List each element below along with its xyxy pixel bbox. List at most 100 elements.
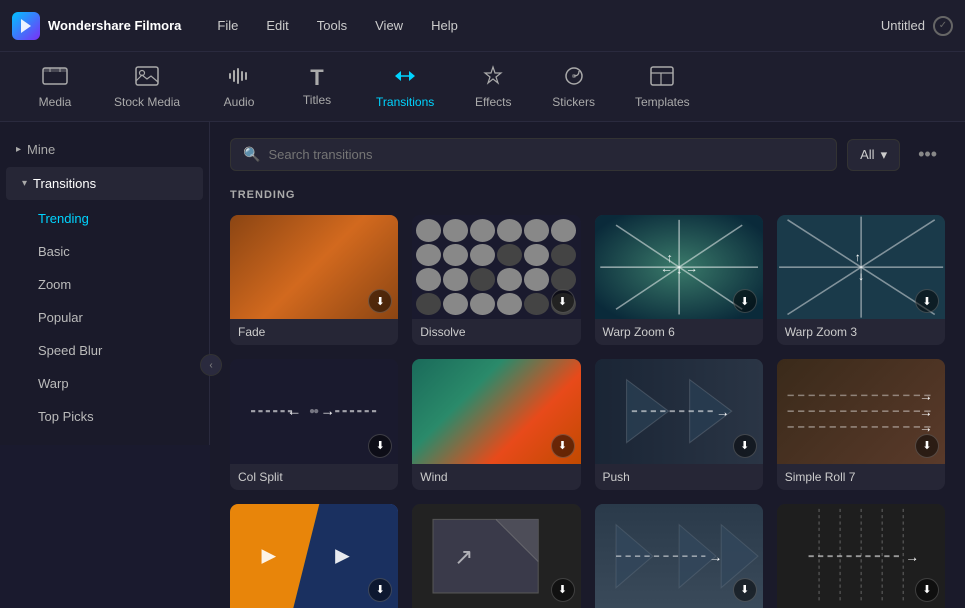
download-push-button[interactable]: ⬇ [733, 434, 757, 458]
transition-item-simple-roll-7[interactable]: → → → ⬇ Simple Roll 7 [777, 359, 945, 489]
download-erase-button[interactable]: ⬇ [915, 578, 939, 602]
sidebar-item-popular-label: Popular [38, 310, 83, 325]
transition-item-linear-14[interactable]: ▶ ▶ ⬇ Linear 14 [230, 504, 398, 608]
sidebar-item-zoom-label: Zoom [38, 277, 71, 292]
transition-thumb-erase-slide: → ⬇ [595, 504, 763, 608]
sidebar-collapse-button[interactable]: ‹ [200, 354, 222, 376]
transition-label-simple-roll-7: Simple Roll 7 [777, 464, 945, 490]
transition-thumb-fade: ⬇ [230, 215, 398, 319]
transitions-arrow-icon: ▾ [22, 178, 27, 189]
transition-item-warp-zoom-3[interactable]: ↑ ↓ ⬇ Warp Zoom 3 [777, 215, 945, 345]
nav-item-stickers[interactable]: Stickers [536, 57, 611, 117]
download-simple-roll-7-button[interactable]: ⬇ [915, 434, 939, 458]
svg-text:→: → [919, 405, 933, 420]
search-input-wrapper[interactable]: 🔍 [230, 138, 837, 171]
menu-items: File Edit Tools View Help [205, 12, 881, 39]
transition-thumb-page-curl: ↗ ⬇ [412, 504, 580, 608]
nav-item-transitions[interactable]: Transitions [360, 57, 450, 117]
logo-icon [12, 12, 40, 40]
section-title: TRENDING [230, 189, 945, 201]
transition-thumb-warp-zoom-6: ↑ ↓ ← → ⬇ [595, 215, 763, 319]
menu-file[interactable]: File [205, 12, 250, 39]
more-options-button[interactable]: ••• [910, 140, 945, 169]
download-page-curl-button[interactable]: ⬇ [551, 578, 575, 602]
transitions-grid: ⬇ Fade ⬇ Dissolve [230, 215, 945, 608]
svg-text:▶: ▶ [262, 545, 277, 566]
sidebar-item-basic-label: Basic [38, 244, 70, 259]
svg-text:↓: ↓ [858, 271, 864, 283]
transition-item-erase[interactable]: → ⬇ Erase [777, 504, 945, 608]
search-input[interactable] [268, 147, 824, 162]
transition-label-warp-zoom-3: Warp Zoom 3 [777, 319, 945, 345]
nav-label-titles: Titles [303, 93, 331, 107]
nav-item-templates[interactable]: Templates [619, 57, 706, 117]
sidebar-item-warp[interactable]: Warp [6, 367, 203, 400]
svg-text:↓: ↓ [675, 262, 681, 276]
transition-item-page-curl[interactable]: ↗ ⬇ Page Curl [412, 504, 580, 608]
download-dissolve-button[interactable]: ⬇ [551, 289, 575, 313]
svg-text:←: ← [287, 404, 302, 420]
menu-tools[interactable]: Tools [305, 12, 359, 39]
sidebar-item-popular[interactable]: Popular [6, 301, 203, 334]
download-erase-slide-button[interactable]: ⬇ [733, 578, 757, 602]
svg-text:←: ← [660, 261, 673, 275]
transition-item-wind[interactable]: ⬇ Wind [412, 359, 580, 489]
menu-help[interactable]: Help [419, 12, 470, 39]
transition-item-erase-slide[interactable]: → ⬇ Erase Slide [595, 504, 763, 608]
svg-text:→: → [715, 405, 729, 420]
transition-label-fade: Fade [230, 319, 398, 345]
filter-chevron-icon: ▾ [881, 147, 888, 163]
sidebar-item-warp-label: Warp [38, 376, 69, 391]
sidebar-item-top-picks-label: Top Picks [38, 409, 94, 424]
nav-item-effects[interactable]: Effects [458, 57, 528, 117]
sidebar-item-top-picks[interactable]: Top Picks [6, 400, 203, 433]
svg-text:↗: ↗ [454, 543, 473, 569]
transition-thumb-erase: → ⬇ [777, 504, 945, 608]
nav-item-stock-media[interactable]: Stock Media [98, 57, 196, 117]
menu-view[interactable]: View [363, 12, 415, 39]
svg-text:→: → [919, 389, 933, 404]
nav-label-audio: Audio [224, 95, 255, 109]
project-check-icon: ✓ [933, 16, 953, 36]
logo-area: Wondershare Filmora [12, 12, 181, 40]
transition-item-push[interactable]: → ⬇ Push [595, 359, 763, 489]
transition-label-push: Push [595, 464, 763, 490]
transition-item-warp-zoom-6[interactable]: ↑ ↓ ← → ⬇ Warp Zoom 6 [595, 215, 763, 345]
sidebar-item-trending[interactable]: Trending [6, 202, 203, 235]
transition-thumb-col-split: ← → ⬇ [230, 359, 398, 463]
download-col-split-button[interactable]: ⬇ [368, 434, 392, 458]
mine-arrow-icon: ▸ [16, 144, 21, 155]
sidebar-mine-label: Mine [27, 142, 55, 157]
transition-item-fade[interactable]: ⬇ Fade [230, 215, 398, 345]
filter-label: All [860, 147, 874, 162]
nav-bar: Media Stock Media Audio T Titles [0, 52, 965, 122]
filter-dropdown[interactable]: All ▾ [847, 139, 900, 171]
main-content: ▸ Mine ▾ Transitions Trending Basic Zoom… [0, 122, 965, 608]
nav-label-transitions: Transitions [376, 95, 434, 109]
transition-item-col-split[interactable]: ← → ⬇ Col Split [230, 359, 398, 489]
svg-text:→: → [685, 261, 698, 275]
search-icon: 🔍 [243, 146, 260, 163]
nav-item-titles[interactable]: T Titles [282, 59, 352, 115]
media-icon [42, 65, 68, 91]
download-warp-zoom-6-button[interactable]: ⬇ [733, 289, 757, 313]
sidebar-item-speed-blur-label: Speed Blur [38, 343, 102, 358]
transition-thumb-dissolve: ⬇ [412, 215, 580, 319]
svg-text:↑: ↑ [855, 252, 861, 264]
nav-label-stickers: Stickers [552, 95, 595, 109]
download-wind-button[interactable]: ⬇ [551, 434, 575, 458]
titles-icon: T [310, 67, 323, 89]
svg-text:→: → [905, 549, 919, 564]
sidebar-item-speed-blur[interactable]: Speed Blur [6, 334, 203, 367]
stickers-icon [561, 65, 587, 91]
effects-icon [480, 65, 506, 91]
nav-item-audio[interactable]: Audio [204, 57, 274, 117]
sidebar-item-basic[interactable]: Basic [6, 235, 203, 268]
nav-item-media[interactable]: Media [20, 57, 90, 117]
transition-item-dissolve[interactable]: ⬇ Dissolve [412, 215, 580, 345]
sidebar-item-zoom[interactable]: Zoom [6, 268, 203, 301]
sidebar-mine-header[interactable]: ▸ Mine [0, 134, 209, 165]
menu-edit[interactable]: Edit [254, 12, 300, 39]
logo-text: Wondershare Filmora [48, 18, 181, 33]
sidebar-transitions-header[interactable]: ▾ Transitions [6, 167, 203, 200]
